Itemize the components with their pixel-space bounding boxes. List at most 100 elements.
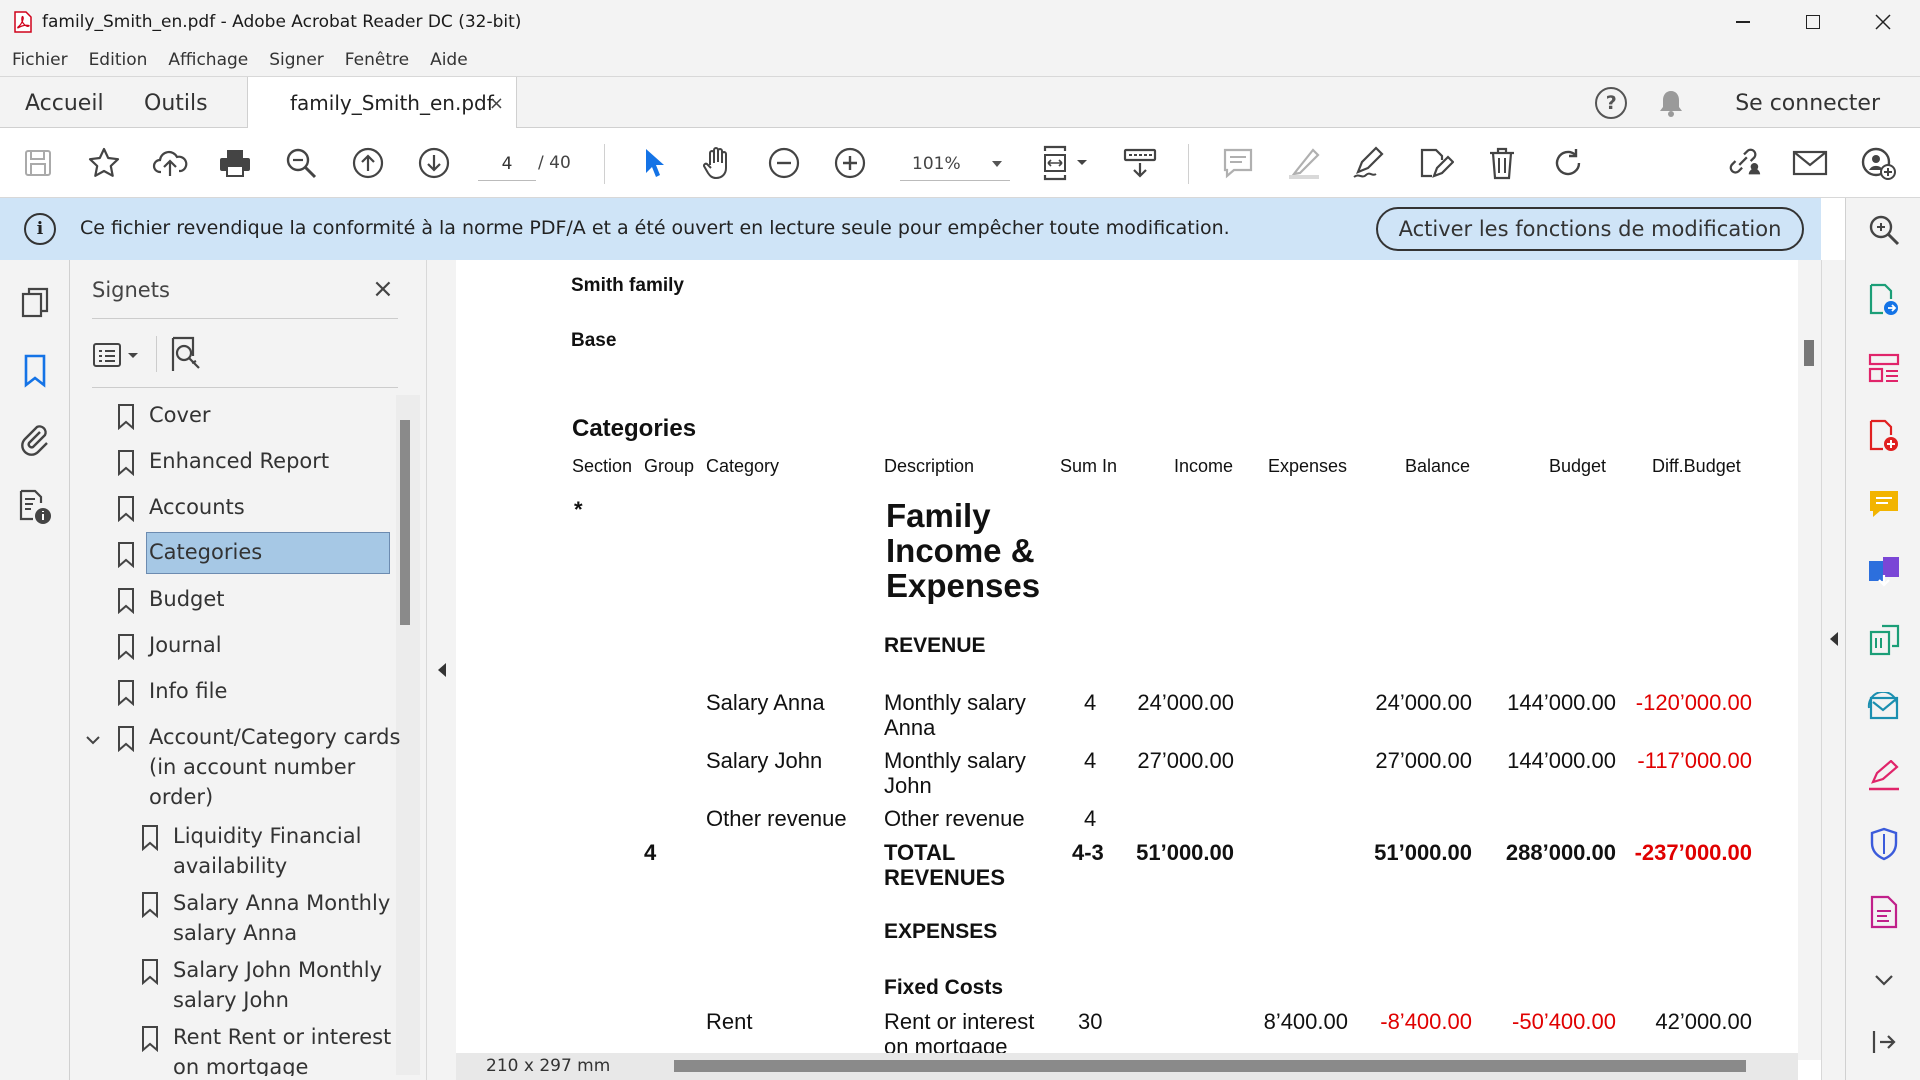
acrobat-pdf-icon [14,11,32,33]
bookmark-label: Salary John Monthly [173,958,383,982]
expand-right-panel-icon[interactable] [1830,632,1838,646]
print-icon[interactable] [217,145,253,181]
zoom-in-icon[interactable] [832,145,868,181]
help-icon[interactable]: ? [1595,87,1628,119]
highlight-icon[interactable] [1286,145,1322,181]
tab-accueil[interactable]: Accueil [25,77,104,129]
collapse-left-icon[interactable] [438,663,446,677]
export-pdf-icon[interactable] [1866,282,1902,318]
row-description: Other revenue [884,806,1025,831]
previous-page-icon[interactable] [350,145,386,181]
row-sum-in: 4 [1084,748,1097,773]
row-description: on mortgage [884,1034,1008,1053]
page-number-input[interactable] [478,147,536,181]
bookmarks-panel-icon[interactable] [16,352,54,390]
hand-tool-icon[interactable] [700,145,736,181]
zoom-search-icon[interactable] [283,145,319,181]
column-header-sum-in: Sum In [1060,456,1118,476]
comment-tool-icon[interactable] [1866,486,1902,522]
banner-message: Ce fichier revendique la conformité à la… [80,217,1230,239]
close-icon [1875,14,1891,30]
edit-document-icon[interactable] [1418,145,1454,181]
document-scrollbar-track[interactable] [1798,260,1821,1060]
close-bookmarks-button[interactable]: × [372,274,394,304]
menu-affichage[interactable]: Affichage [168,50,248,70]
document-tab-label: family_Smith_en.pdf [290,91,494,115]
menu-aide[interactable]: Aide [430,50,468,70]
save-icon[interactable] [20,145,56,181]
row-sum-in: 30 [1078,1009,1103,1034]
family-heading: Smith family [571,275,684,296]
signin-link[interactable]: Se connecter [1735,91,1880,116]
fit-page-icon[interactable] [1040,145,1092,181]
maximize-button[interactable] [1778,0,1848,44]
menu-fichier[interactable]: Fichier [12,50,68,70]
close-tab-button[interactable]: × [489,93,504,114]
row-budget: 144’000.00 [1507,748,1616,773]
add-user-icon[interactable] [1860,145,1896,181]
row-category: Salary Anna [706,690,825,715]
upload-cloud-icon[interactable] [152,145,188,181]
pdf-page: Smith family Base Categories Section Gro… [456,260,1798,1053]
search-tools-icon[interactable] [1866,212,1902,248]
delete-trash-icon[interactable] [1484,145,1520,181]
row-diff-budget: 42’000.00 [1655,1009,1752,1034]
rotate-icon[interactable] [1550,145,1586,181]
organize-pages-icon[interactable] [1866,350,1902,386]
close-window-button[interactable] [1848,0,1918,44]
page-thumbnails-icon[interactable] [16,284,54,322]
bookmark-item-rent[interactable]: Rent Rent or interest on mortgage [141,1022,391,1076]
horizontal-scrollbar-thumb[interactable] [674,1060,1746,1072]
new-bookmark-icon[interactable] [170,336,206,374]
more-tools-chevron-down-icon[interactable] [1866,962,1902,998]
scroll-mode-icon[interactable] [1122,145,1158,181]
row-income: 27’000.00 [1137,748,1234,773]
zoom-out-icon[interactable] [766,145,802,181]
expand-chevron-icon[interactable] [86,730,100,745]
column-header-section: Section [572,456,633,476]
expenses-heading: EXPENSES [884,920,998,943]
attachments-icon[interactable] [16,420,54,458]
select-cursor-icon[interactable] [636,145,672,181]
share-link-icon[interactable] [1726,145,1762,181]
bookmark-icon [118,496,134,522]
create-pdf-icon[interactable] [1866,418,1902,454]
comment-icon[interactable] [1220,145,1256,181]
combine-files-icon[interactable] [1866,554,1902,590]
bookmark-options-icon[interactable] [92,340,144,370]
sign-pen-icon[interactable] [1352,145,1388,181]
minimize-button[interactable] [1708,0,1778,44]
document-scrollbar-thumb[interactable] [1804,340,1814,366]
zoom-level-dropdown[interactable]: 101% [900,147,1010,181]
bookmark-label: Cover [149,403,211,427]
tabbar-right-tools: ? Se connecter [1595,77,1920,129]
panel-splitter[interactable] [426,260,456,1080]
bookmarks-scrollbar-thumb[interactable] [400,420,410,625]
document-properties-icon[interactable] [16,488,54,526]
bookmark-star-icon[interactable] [86,145,122,181]
column-header-balance: Balance [1405,456,1471,476]
next-page-icon[interactable] [416,145,452,181]
right-panel-splitter[interactable] [1821,260,1845,1080]
collapse-tools-pane-icon[interactable] [1866,1024,1902,1060]
protect-icon[interactable] [1866,826,1902,862]
edit-pdf-icon[interactable] [1866,622,1902,658]
fill-and-sign-icon[interactable] [1866,758,1902,794]
bookmark-label: Enhanced Report [149,449,330,473]
notification-bell-icon[interactable] [1657,88,1685,118]
bookmark-icon [142,959,158,985]
row-description: Anna [884,715,936,740]
menu-signer[interactable]: Signer [269,50,324,70]
divider [92,318,398,319]
bookmark-label: on mortgage [173,1055,309,1076]
bookmark-icon [118,404,134,430]
tab-outils[interactable]: Outils [144,77,208,129]
menu-fenetre[interactable]: Fenêtre [345,50,409,70]
send-for-review-icon[interactable] [1866,690,1902,726]
enable-editing-button[interactable]: Activer les fonctions de modification [1376,207,1804,251]
menu-edition[interactable]: Edition [89,50,148,70]
tab-document[interactable]: family_Smith_en.pdf × [247,77,517,129]
prepare-form-icon[interactable] [1866,894,1902,930]
email-icon[interactable] [1792,145,1828,181]
bookmark-label: Info file [149,679,228,703]
